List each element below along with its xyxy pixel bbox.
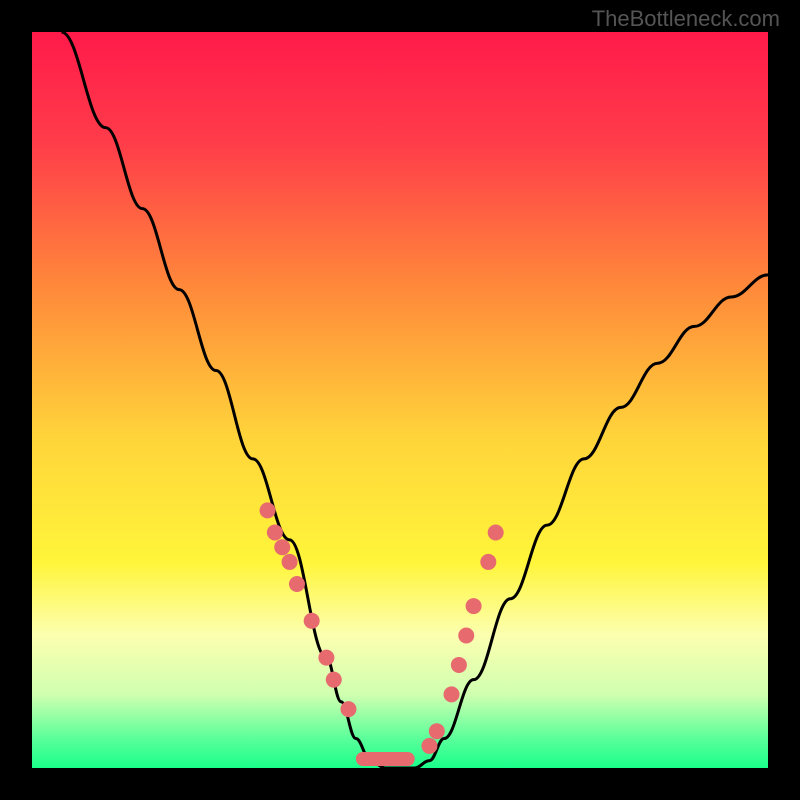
data-point [304,613,320,629]
data-point [451,657,467,673]
data-point [326,672,342,688]
data-point [282,554,298,570]
data-point [267,524,283,540]
data-point [488,524,504,540]
data-point [466,598,482,614]
data-point [421,738,437,754]
data-point [340,701,356,717]
bottleneck-chart [32,32,768,768]
watermark-text: TheBottleneck.com [592,6,780,32]
data-point [429,723,445,739]
data-point [274,539,290,555]
optimal-band-layer [356,752,415,766]
plot-area [32,32,768,768]
gradient-background [32,32,768,768]
data-point [260,502,276,518]
data-point [480,554,496,570]
data-point [458,628,474,644]
data-point [289,576,305,592]
chart-container: TheBottleneck.com [0,0,800,800]
data-point [318,650,334,666]
data-point [444,686,460,702]
optimal-band-marker [356,752,415,766]
